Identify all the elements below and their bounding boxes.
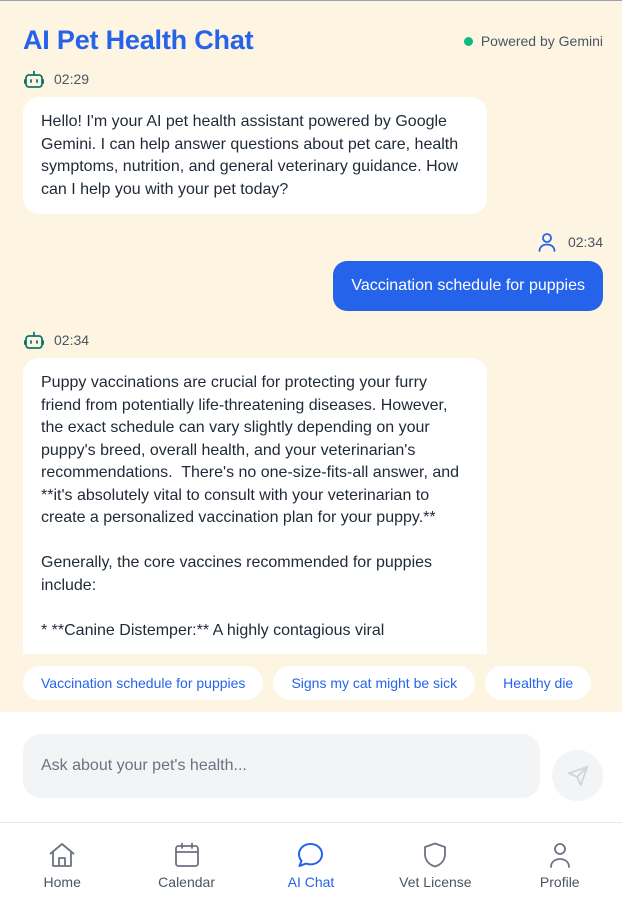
nav-label: Vet License <box>399 874 472 890</box>
message-meta: 02:34 <box>538 232 603 252</box>
message-time: 02:34 <box>54 332 90 348</box>
message-meta: 02:29 <box>24 70 89 88</box>
suggestion-chips: Vaccination schedule for puppies Signs m… <box>23 666 603 702</box>
message-time: 02:34 <box>567 234 603 250</box>
bot-icon <box>24 331 44 349</box>
suggestion-chip[interactable]: Healthy die <box>485 666 592 700</box>
powered-by-badge: Powered by Gemini <box>463 33 603 49</box>
message-time: 02:29 <box>54 71 90 87</box>
nav-item-ai-chat[interactable]: AI Chat <box>249 823 373 911</box>
composer <box>0 712 622 822</box>
chat-icon <box>298 843 324 867</box>
chat-messages[interactable]: 02:29 Hello! I'm your AI pet health assi… <box>0 60 622 654</box>
user-icon <box>538 233 556 252</box>
nav-item-calendar[interactable]: Calendar <box>124 823 248 911</box>
nav-item-profile[interactable]: Profile <box>498 823 622 911</box>
assistant-message: Hello! I'm your AI pet health assistant … <box>23 97 487 214</box>
message-input[interactable] <box>23 734 540 798</box>
top-border <box>0 0 622 1</box>
suggestion-chip[interactable]: Signs my cat might be sick <box>273 666 476 700</box>
chat-header: AI Pet Health Chat Powered by Gemini <box>23 25 603 59</box>
shield-icon <box>424 842 447 868</box>
home-icon <box>49 843 75 867</box>
status-dot-icon <box>463 36 473 46</box>
profile-icon <box>549 843 570 868</box>
nav-label: Home <box>43 874 81 890</box>
message-meta: 02:34 <box>24 331 89 349</box>
nav-label: Calendar <box>158 874 215 890</box>
user-message: Vaccination schedule for puppies <box>333 261 603 311</box>
nav-label: Profile <box>539 874 580 890</box>
assistant-message: Puppy vaccinations are crucial for prote… <box>23 358 487 654</box>
bot-icon <box>24 70 44 88</box>
nav-label: AI Chat <box>287 874 335 890</box>
calendar-icon <box>174 842 199 867</box>
powered-by-label: Powered by Gemini <box>480 33 603 49</box>
suggestion-chip[interactable]: Vaccination schedule for puppies <box>23 666 264 700</box>
send-button[interactable] <box>552 750 603 801</box>
nav-item-vet-license[interactable]: Vet License <box>373 823 497 911</box>
nav-item-home[interactable]: Home <box>0 823 124 911</box>
bottom-navigation: Home Calendar AI Chat Vet License Profil… <box>0 822 622 911</box>
send-icon <box>567 765 588 786</box>
